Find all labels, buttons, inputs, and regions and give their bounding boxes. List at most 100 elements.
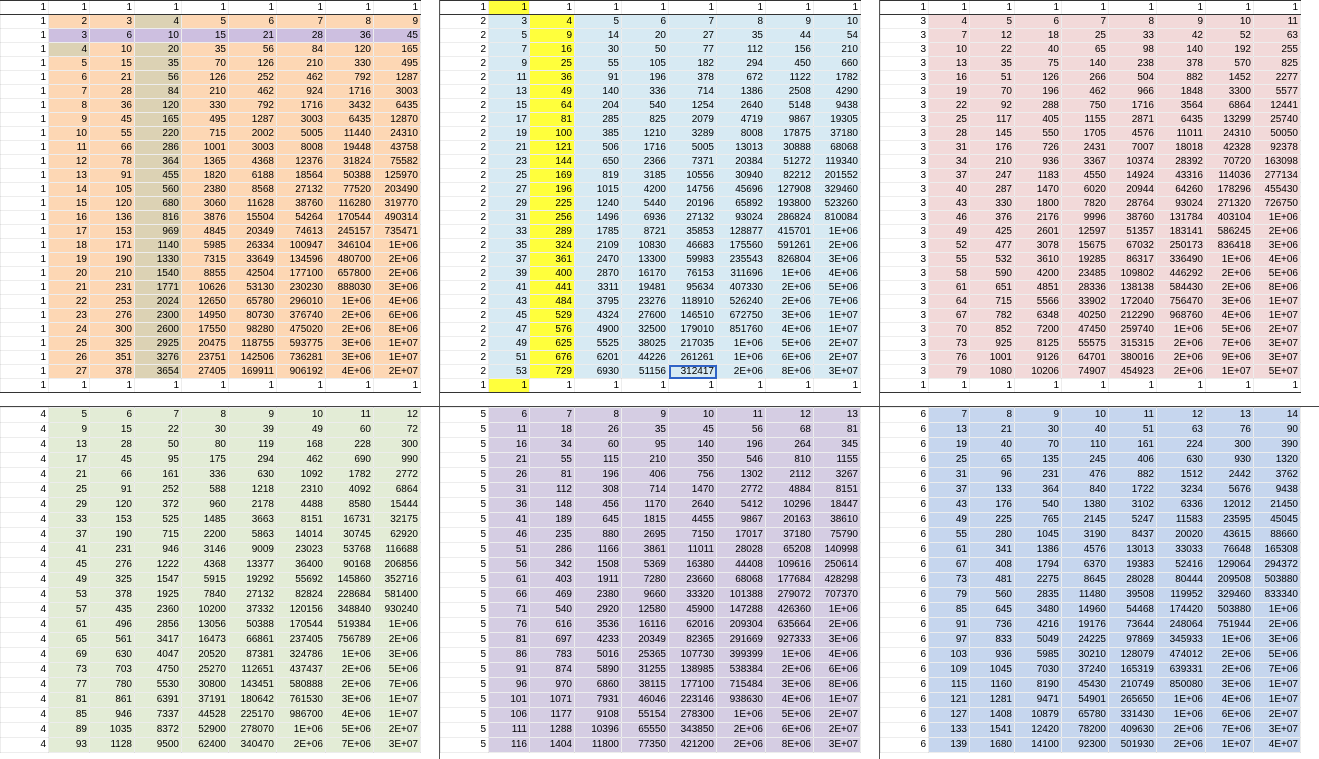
row-label-cell[interactable]: 4 (0, 437, 49, 453)
value-cell[interactable]: 503880 (1253, 572, 1301, 588)
value-cell[interactable]: 4E+06 (325, 707, 374, 723)
value-cell[interactable]: 50 (134, 437, 182, 453)
value-cell[interactable]: 27405 (181, 364, 229, 379)
value-cell[interactable]: 39 (488, 266, 530, 281)
value-cell[interactable]: 1210 (621, 126, 669, 141)
value-cell[interactable]: 294 (228, 452, 277, 468)
value-cell[interactable]: 253 (89, 294, 135, 309)
value-cell[interactable]: 446292 (1156, 266, 1206, 281)
value-cell[interactable]: 28392 (1156, 154, 1206, 169)
row-label-cell[interactable]: 6 (880, 542, 929, 558)
value-cell[interactable]: 70720 (1205, 154, 1254, 169)
value-cell[interactable]: 319770 (373, 196, 421, 211)
value-cell[interactable]: 45 (89, 112, 135, 127)
value-cell[interactable]: 1785 (574, 224, 622, 239)
value-cell[interactable]: 455 (134, 168, 182, 183)
value-cell[interactable]: 16 (928, 70, 970, 85)
value-cell[interactable]: 1 (325, 378, 374, 393)
value-cell[interactable]: 37180 (813, 126, 861, 141)
value-cell[interactable]: 19 (488, 126, 530, 141)
value-cell[interactable]: 2E+06 (325, 322, 374, 337)
value-cell[interactable]: 107730 (668, 647, 717, 663)
row-label-cell[interactable]: 5 (440, 407, 489, 423)
value-cell[interactable]: 503880 (1205, 602, 1254, 618)
value-cell[interactable]: 36 (488, 497, 530, 513)
value-cell[interactable]: 248064 (1156, 617, 1206, 633)
value-cell[interactable]: 140 (1061, 56, 1109, 71)
value-cell[interactable]: 474012 (1156, 647, 1206, 663)
value-cell[interactable]: 8 (1108, 14, 1157, 29)
value-cell[interactable]: 2772 (373, 467, 421, 483)
value-cell[interactable]: 20196 (668, 196, 717, 211)
value-cell[interactable]: 1 (716, 378, 766, 393)
value-cell[interactable]: 42328 (1205, 140, 1254, 155)
value-cell[interactable]: 138985 (668, 662, 717, 678)
value-cell[interactable]: 15 (89, 56, 135, 71)
value-cell[interactable]: 20944 (1108, 182, 1157, 197)
value-cell[interactable]: 1 (276, 378, 326, 393)
value-cell[interactable]: 8 (969, 407, 1015, 423)
value-cell[interactable]: 1E+06 (716, 350, 766, 365)
value-cell[interactable]: 421200 (668, 737, 717, 753)
value-cell[interactable]: 17 (48, 452, 90, 468)
value-cell[interactable]: 3311 (574, 280, 622, 295)
value-cell[interactable]: 6336 (1156, 497, 1206, 513)
value-cell[interactable]: 3E+06 (765, 308, 814, 323)
value-cell[interactable]: 8 (716, 14, 766, 29)
value-cell[interactable]: 17 (48, 224, 90, 239)
value-cell[interactable]: 2E+07 (1253, 322, 1301, 337)
value-cell[interactable]: 1716 (621, 140, 669, 155)
value-cell[interactable]: 12 (969, 28, 1015, 43)
value-cell[interactable]: 177100 (668, 677, 717, 693)
value-cell[interactable]: 42504 (228, 266, 277, 281)
row-label-cell[interactable]: 1 (0, 294, 49, 309)
value-cell[interactable]: 225 (969, 512, 1015, 528)
value-cell[interactable]: 1 (529, 378, 575, 393)
value-cell[interactable]: 1E+06 (1156, 322, 1206, 337)
value-cell[interactable]: 17017 (716, 527, 766, 543)
value-cell[interactable]: 9 (228, 407, 277, 423)
value-cell[interactable]: 66861 (228, 632, 277, 648)
value-cell[interactable]: 19285 (1061, 252, 1109, 267)
value-cell[interactable]: 456 (574, 497, 622, 513)
row-label-cell[interactable]: 4 (0, 527, 49, 543)
value-cell[interactable]: 26 (488, 467, 530, 483)
value-cell[interactable]: 27 (48, 364, 90, 379)
value-cell[interactable]: 44226 (621, 350, 669, 365)
row-label-cell[interactable]: 2 (440, 224, 489, 239)
value-cell[interactable]: 4851 (1014, 280, 1062, 295)
row-label-cell[interactable]: 6 (880, 572, 929, 588)
value-cell[interactable]: 9108 (574, 707, 622, 723)
value-cell[interactable]: 4 (134, 14, 182, 29)
value-cell[interactable]: 3E+06 (765, 677, 814, 693)
value-cell[interactable]: 6864 (373, 482, 421, 498)
value-cell[interactable]: 8190 (1014, 677, 1062, 693)
value-cell[interactable]: 88660 (1253, 527, 1301, 543)
value-cell[interactable]: 11 (488, 422, 530, 438)
value-cell[interactable]: 65550 (621, 722, 669, 738)
value-cell[interactable]: 279072 (765, 587, 814, 603)
row-label-cell[interactable]: 3 (880, 98, 929, 113)
row-label-cell[interactable]: 1 (0, 28, 49, 43)
row-label-cell[interactable]: 4 (0, 557, 49, 573)
value-cell[interactable]: 8 (48, 98, 90, 113)
value-cell[interactable]: 16 (48, 210, 90, 225)
value-cell[interactable]: 4845 (181, 224, 229, 239)
value-cell[interactable]: 20475 (181, 336, 229, 351)
value-cell[interactable]: 180642 (228, 692, 277, 708)
value-cell[interactable]: 276 (89, 557, 135, 573)
value-cell[interactable]: 6936 (621, 210, 669, 225)
value-cell[interactable]: 560 (134, 182, 182, 197)
value-cell[interactable]: 428298 (813, 572, 861, 588)
value-cell[interactable]: 1470 (668, 482, 717, 498)
value-cell[interactable]: 7E+06 (1205, 722, 1254, 738)
value-cell[interactable]: 6E+06 (1205, 707, 1254, 723)
value-cell[interactable]: 1 (1205, 0, 1254, 15)
value-cell[interactable]: 435 (89, 602, 135, 618)
value-cell[interactable]: 8721 (621, 224, 669, 239)
value-cell[interactable]: 325 (89, 572, 135, 588)
value-cell[interactable]: 378 (1156, 56, 1206, 71)
row-label-cell[interactable]: 6 (880, 722, 929, 738)
value-cell[interactable]: 6435 (325, 112, 374, 127)
value-cell[interactable]: 372 (134, 497, 182, 513)
